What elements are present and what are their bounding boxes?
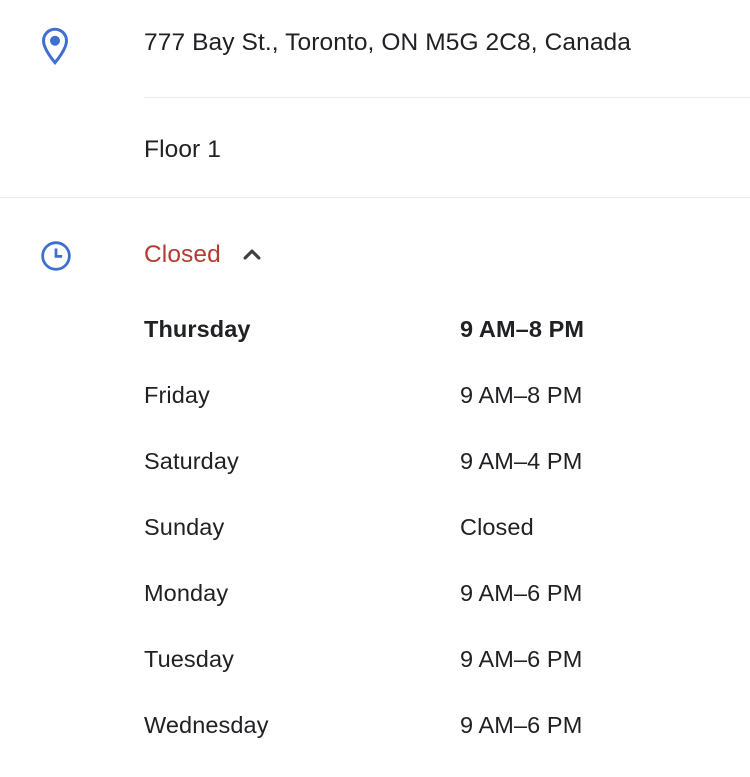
hours-row: Wednesday 9 AM–6 PM	[144, 710, 750, 776]
hours-time-value: 9 AM–8 PM	[460, 382, 583, 408]
hours-row: Monday 9 AM–6 PM	[144, 578, 750, 644]
hours-day-label: Sunday	[144, 514, 225, 540]
hours-time-value: 9 AM–6 PM	[460, 646, 583, 672]
hours-row: Thursday 9 AM–8 PM	[144, 314, 750, 380]
hours-time-value: Closed	[460, 514, 534, 540]
hours-row: Tuesday 9 AM–6 PM	[144, 644, 750, 710]
address-text[interactable]: 777 Bay St., Toronto, ON M5G 2C8, Canada	[144, 26, 750, 60]
divider-address	[144, 97, 750, 98]
chevron-up-icon[interactable]	[239, 242, 265, 268]
hours-day-label: Saturday	[144, 448, 239, 474]
hours-day-label: Tuesday	[144, 646, 234, 672]
hours-time-value: 9 AM–6 PM	[460, 580, 583, 606]
place-info-panel: 777 Bay St., Toronto, ON M5G 2C8, Canada…	[0, 0, 750, 777]
address-section: 777 Bay St., Toronto, ON M5G 2C8, Canada…	[0, 0, 750, 198]
location-pin-icon	[40, 27, 76, 65]
hours-section: Closed Thursday 9 AM–8 PM Friday 9 AM–8 PM S…	[0, 198, 750, 777]
hours-time-value: 9 AM–4 PM	[460, 448, 583, 474]
hours-day-label: Friday	[144, 382, 210, 408]
hours-table: Thursday 9 AM–8 PM Friday 9 AM–8 PM Saturday…	[144, 314, 750, 776]
hours-day-label: Thursday	[144, 316, 251, 342]
hours-status-label: Closed	[144, 241, 221, 268]
clock-icon	[40, 240, 76, 272]
hours-row: Saturday 9 AM–4 PM	[144, 446, 750, 512]
hours-time-value: 9 AM–8 PM	[460, 316, 585, 342]
hours-status-toggle[interactable]: Closed	[144, 239, 265, 271]
floor-text: Floor 1	[144, 136, 221, 163]
hours-day-label: Wednesday	[144, 712, 269, 738]
hours-row: Sunday Closed	[144, 512, 750, 578]
hours-row: Friday 9 AM–8 PM	[144, 380, 750, 446]
hours-day-label: Monday	[144, 580, 229, 606]
hours-time-value: 9 AM–6 PM	[460, 712, 583, 738]
